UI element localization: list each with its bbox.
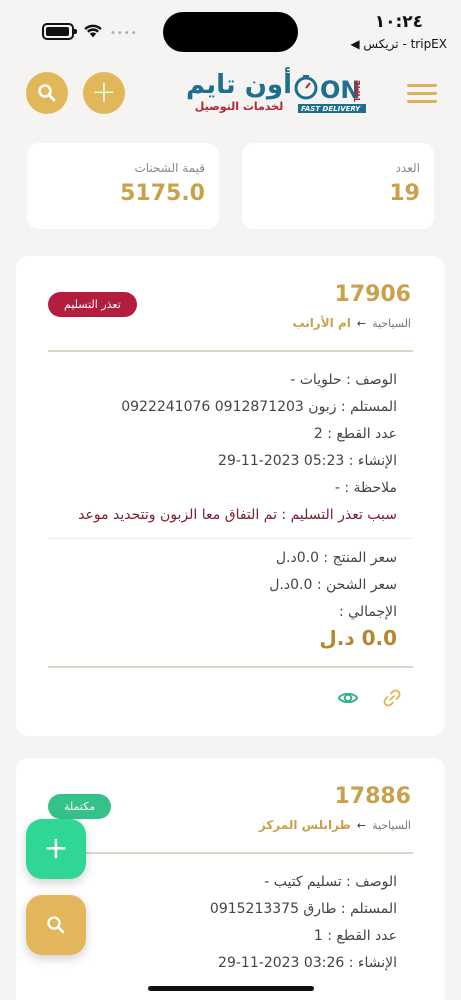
menu-icon [407, 84, 437, 87]
order-card[interactable]: 17906 السياحية ← ام الأرانب تعذر التسليم ا… [16, 256, 445, 736]
logo-arabic-text: أون تايم [186, 70, 292, 100]
divider [48, 666, 413, 668]
app-header: + أون تايم لخدمات التوصيل ON TIME FAST D… [0, 68, 461, 124]
logo-fast-text: FAST DELIVERY [301, 105, 361, 113]
battery-icon [42, 23, 77, 40]
floating-add-button[interactable]: + [26, 819, 86, 879]
order-note: ملاحظة : - [334, 480, 397, 496]
stat-value-card: قيمة الشحنات 5175.0 [27, 143, 219, 229]
route-from: السياحية [372, 819, 411, 832]
stat-value-value: 5175.0 [120, 181, 205, 206]
status-bar: •••• ١٠:٢٤ tripEX - تريكس ◀ [0, 0, 461, 60]
divider [48, 852, 413, 854]
dynamic-island [163, 12, 298, 52]
signal-dots: •••• [110, 28, 138, 39]
thin-divider [48, 538, 413, 539]
order-description: الوصف : حلويات - [290, 372, 397, 388]
home-indicator [148, 986, 314, 991]
plus-icon: + [43, 831, 69, 866]
order-recipient: المستلم : طارق 0915213375 [209, 901, 397, 917]
route-to: طرابلس المركز [258, 818, 351, 832]
route-from: السياحية [372, 317, 411, 330]
app-logo: أون تايم لخدمات التوصيل ON TIME FAST DEL… [182, 68, 372, 124]
order-pieces: عدد القطع : 2 [313, 426, 397, 442]
order-shipping-price: سعر الشحن : 0.0د.ل [269, 577, 397, 593]
order-number: 17886 [334, 784, 411, 809]
order-recipient: المستلم : زبون 0912871203 0922241076 [121, 399, 397, 415]
menu-button[interactable] [407, 84, 437, 104]
logo-mark: ON TIME FAST DELIVERY [294, 75, 366, 113]
route-to: ام الأرانب [292, 316, 351, 330]
stat-value-label: قيمة الشحنات [134, 161, 205, 175]
arrow-icon: ← [356, 819, 367, 832]
order-route: السياحية ← طرابلس المركز [259, 818, 411, 832]
stat-count-card: العدد 19 [242, 143, 434, 229]
order-pieces: عدد القطع : 1 [313, 928, 397, 944]
order-created: الإنشاء : 03:26 2023-11-29 [218, 955, 397, 971]
search-button[interactable] [26, 72, 68, 114]
order-route: السياحية ← ام الأرانب [292, 316, 411, 330]
arrow-icon: ← [356, 317, 367, 330]
link-icon[interactable] [381, 687, 403, 709]
add-button[interactable]: + [83, 72, 125, 114]
status-badge: مكتملة [48, 794, 112, 819]
logo-time-text: TIME [353, 80, 362, 102]
logo-subtitle: لخدمات التوصيل [194, 100, 284, 113]
order-number: 17906 [334, 282, 411, 307]
wifi-icon [84, 24, 102, 38]
plus-icon: + [91, 75, 117, 110]
order-description: الوصف : تسليم كتيب - [264, 874, 397, 890]
order-total-label: الإجمالي : [339, 604, 397, 620]
order-card[interactable]: 17886 السياحية ← طرابلس المركز مكتملة الوص… [16, 758, 445, 1000]
divider [48, 350, 413, 352]
stat-count-value: 19 [389, 181, 420, 206]
status-time: ١٠:٢٤ [374, 12, 423, 32]
status-carrier[interactable]: tripEX - تريكس ◀ [350, 37, 447, 51]
order-total: 0.0 د.ل [319, 626, 397, 650]
order-product-price: سعر المنتج : 0.0د.ل [275, 550, 397, 566]
eye-icon[interactable] [337, 687, 359, 709]
stat-count-label: العدد [395, 161, 420, 175]
order-created: الإنشاء : 05:23 2023-11-29 [218, 453, 397, 469]
search-icon [47, 916, 65, 934]
status-badge: تعذر التسليم [48, 292, 137, 317]
order-failure-reason: سبب تعذر التسليم : تم التفاق معا الزبون … [78, 507, 397, 523]
search-icon [38, 84, 56, 102]
floating-search-button[interactable] [26, 895, 86, 955]
